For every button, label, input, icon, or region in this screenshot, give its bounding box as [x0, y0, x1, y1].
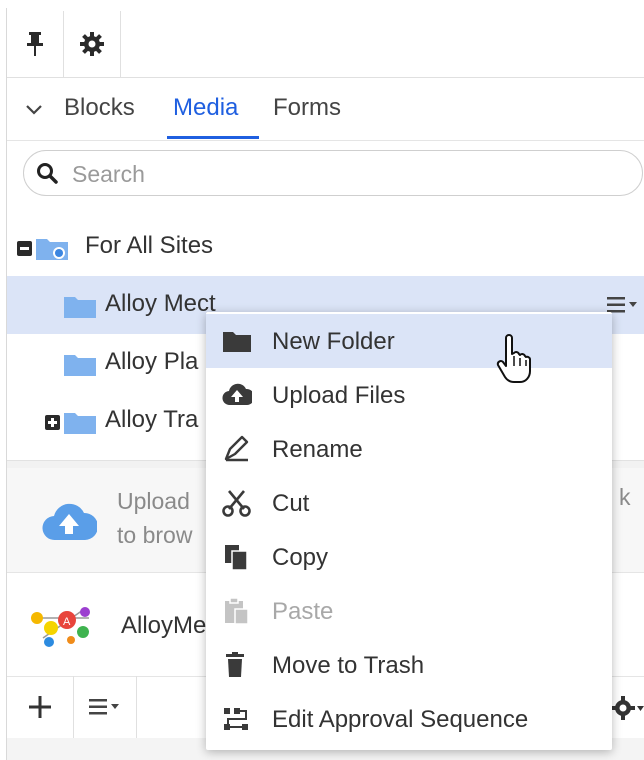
chevron-down-icon[interactable]: [25, 104, 43, 116]
menu-item-label: Upload Files: [272, 382, 406, 409]
expand-toggle-icon[interactable]: [45, 415, 60, 430]
scissors-icon: [222, 490, 251, 517]
menu-item-label: Rename: [272, 436, 363, 463]
menu-item-label: Cut: [272, 490, 310, 517]
gear-icon: [611, 696, 644, 720]
site-folder-icon: [36, 239, 68, 260]
menu-item-cut[interactable]: Cut: [206, 476, 612, 530]
upload-hint-trailing: k: [619, 484, 631, 510]
rename-icon: [224, 435, 249, 462]
gear-icon: [80, 32, 104, 56]
upload-hint-line2: to brow: [117, 522, 193, 548]
menu-item-label: Paste: [272, 598, 334, 625]
folder-icon: [64, 413, 96, 434]
folder-icon: [64, 355, 96, 376]
pane-tabs: Blocks Media Forms: [7, 78, 644, 141]
collapse-toggle-icon[interactable]: [17, 241, 32, 256]
search-box: [23, 150, 643, 196]
media-item-name: AlloyMe: [121, 612, 207, 639]
menu-item-upload-files[interactable]: Upload Files: [206, 368, 612, 422]
trash-icon: [226, 652, 244, 677]
tree-root-label: For All Sites: [85, 232, 214, 259]
pin-button[interactable]: [7, 11, 64, 77]
tree-item-label: Alloy Pla: [105, 348, 199, 375]
tree-item-label: Alloy Tra: [105, 406, 199, 433]
upload-hint-line1: Upload: [117, 488, 190, 514]
tab-media[interactable]: Media: [173, 94, 238, 122]
tree-item-label: Alloy Mect: [105, 290, 216, 317]
menu-item-move-to-trash[interactable]: Move to Trash: [206, 638, 612, 692]
menu-item-edit-approval-sequence[interactable]: Edit Approval Sequence: [206, 692, 612, 746]
copy-icon: [225, 545, 248, 571]
menu-item-label: Edit Approval Sequence: [272, 706, 529, 733]
upload-hint: Upload to brow: [117, 484, 192, 552]
tree-root-row[interactable]: For All Sites: [7, 218, 644, 276]
search-icon: [37, 163, 58, 184]
active-tab-indicator: [167, 136, 259, 139]
context-menu: New Folder Upload Files Rename Cut Copy …: [206, 312, 612, 750]
cloud-upload-icon: [222, 383, 252, 406]
cloud-upload-icon: [42, 503, 97, 541]
menu-item-copy[interactable]: Copy: [206, 530, 612, 584]
plus-icon: [29, 696, 51, 718]
folder-icon: [223, 332, 251, 352]
tab-blocks[interactable]: Blocks: [64, 94, 135, 122]
tab-forms[interactable]: Forms: [273, 94, 341, 122]
folder-icon: [64, 297, 96, 318]
paste-icon: [225, 597, 249, 625]
context-menu-icon: [89, 699, 119, 715]
search-input[interactable]: [70, 159, 614, 189]
menu-item-label: New Folder: [272, 328, 395, 355]
menu-item-label: Move to Trash: [272, 652, 425, 679]
svg-text:A: A: [63, 616, 71, 628]
add-button[interactable]: [7, 676, 74, 738]
bottom-settings-button[interactable]: [611, 694, 644, 722]
pane-toolbar: [7, 11, 644, 78]
menu-item-paste[interactable]: Paste: [206, 584, 612, 638]
settings-button[interactable]: [64, 11, 121, 77]
approval-sequence-icon: [224, 708, 248, 730]
menu-item-label: Copy: [272, 544, 329, 571]
menu-item-new-folder[interactable]: New Folder: [206, 314, 612, 383]
media-thumbnail: A: [31, 607, 90, 647]
menu-item-rename[interactable]: Rename: [206, 422, 612, 476]
pin-icon: [27, 32, 43, 56]
list-options-button[interactable]: [74, 676, 137, 738]
